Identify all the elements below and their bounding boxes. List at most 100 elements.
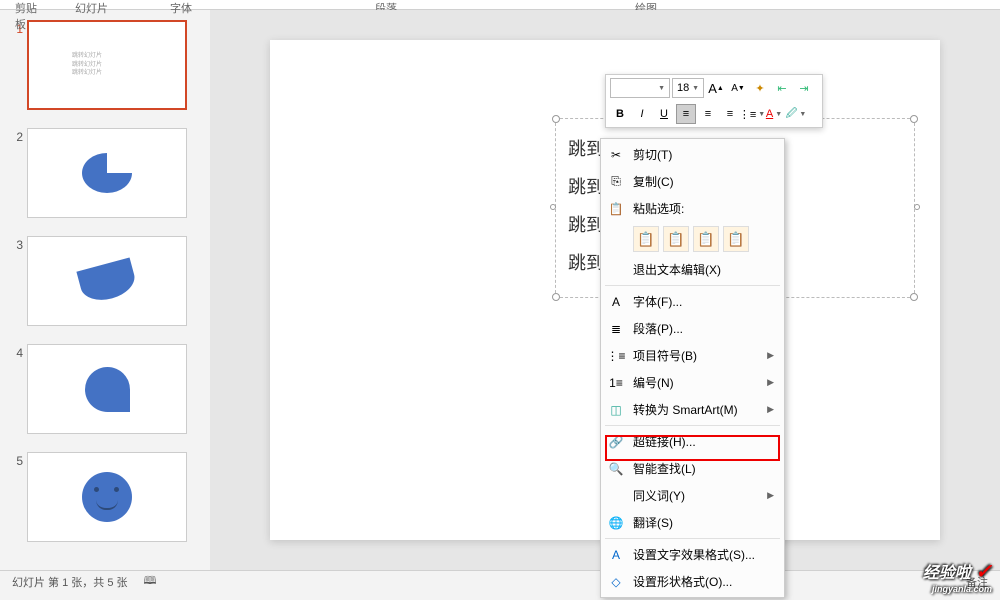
menu-hyperlink[interactable]: 🔗超链接(H)... xyxy=(601,428,784,455)
menu-cut[interactable]: ✂剪切(T) xyxy=(601,141,784,168)
smartart-icon: ◫ xyxy=(607,402,625,418)
paste-keep-source-button[interactable]: 📋 xyxy=(633,226,659,252)
hyperlink-icon: 🔗 xyxy=(607,434,625,450)
align-right-button[interactable]: ≡ xyxy=(720,104,740,124)
thumbnail-slide-4[interactable] xyxy=(27,344,187,434)
decrease-font-button[interactable]: A▼ xyxy=(728,78,748,98)
outdent-button[interactable]: ⇥ xyxy=(794,78,814,98)
italic-button[interactable]: I xyxy=(632,104,652,124)
mini-toolbar[interactable]: ▼ 18▼ A▲ A▼ ✦ ⇤ ⇥ B I U ≡ ≡ ≡ ⋮≡▼ A▼ 🖉▼ xyxy=(605,74,823,128)
text-format-icon: A xyxy=(607,547,625,563)
check-icon: ✓ xyxy=(975,561,992,583)
notes-button[interactable]: 🕮 xyxy=(144,572,157,591)
submenu-arrow-icon: ▶ xyxy=(767,490,774,501)
paste-icon: 📋 xyxy=(607,201,625,217)
thumbnail-number: 3 xyxy=(5,236,23,326)
menu-font[interactable]: A字体(F)... xyxy=(601,288,784,315)
thumbnail-item[interactable]: 5 xyxy=(5,452,205,542)
bullets-icon: ⋮≡ xyxy=(607,348,625,364)
menu-smart-lookup[interactable]: 🔍智能查找(L) xyxy=(601,455,784,482)
submenu-arrow-icon: ▶ xyxy=(767,350,774,361)
thumbnail-slide-3[interactable] xyxy=(27,236,187,326)
slide-counter[interactable]: 幻灯片 第 1 张，共 5 张 xyxy=(12,574,128,590)
underline-button[interactable]: U xyxy=(654,104,674,124)
resize-handle[interactable] xyxy=(552,293,560,301)
font-size-combo[interactable]: 18▼ xyxy=(672,78,704,98)
cut-icon: ✂ xyxy=(607,147,625,163)
dropdown-arrow-icon: ▼ xyxy=(692,85,699,92)
thumbnail-slide-2[interactable] xyxy=(27,128,187,218)
ribbon-group-drawing: 绘图 xyxy=(620,0,1000,9)
watermark: 经验啦 ✓ jingyanla.com xyxy=(923,559,992,594)
highlight-button[interactable]: 🖉▼ xyxy=(786,104,806,124)
bold-button[interactable]: B xyxy=(610,104,630,124)
ribbon-header: 剪贴板 幻灯片 字体 段落 绘图 xyxy=(0,0,1000,10)
menu-copy[interactable]: ⎘复制(C) xyxy=(601,168,784,195)
status-bar: 幻灯片 第 1 张，共 5 张 🕮 备注 xyxy=(0,570,1000,592)
context-menu[interactable]: ✂剪切(T) ⎘复制(C) 📋粘贴选项: 📋 📋 📋 📋 退出文本编辑(X) A… xyxy=(600,138,785,598)
ribbon-group-slides: 幻灯片 xyxy=(60,0,155,9)
thumbnail-number: 4 xyxy=(5,344,23,434)
paste-merge-button[interactable]: 📋 xyxy=(663,226,689,252)
submenu-arrow-icon: ▶ xyxy=(767,377,774,388)
thumbnail-item[interactable]: 3 xyxy=(5,236,205,326)
mini-toolbar-row2: B I U ≡ ≡ ≡ ⋮≡▼ A▼ 🖉▼ xyxy=(606,101,822,127)
format-painter-button[interactable]: ✦ xyxy=(750,78,770,98)
ribbon-group-font: 字体 xyxy=(155,0,360,9)
menu-numbering[interactable]: 1≡编号(N)▶ xyxy=(601,369,784,396)
increase-font-button[interactable]: A▲ xyxy=(706,78,726,98)
paragraph-icon: ≣ xyxy=(607,321,625,337)
shape-format-icon: ◇ xyxy=(607,574,625,590)
menu-paste-options: 📋粘贴选项: xyxy=(601,195,784,222)
submenu-arrow-icon: ▶ xyxy=(767,404,774,415)
menu-exit-text-edit[interactable]: 退出文本编辑(X) xyxy=(601,256,784,283)
font-family-combo[interactable]: ▼ xyxy=(610,78,670,98)
menu-paragraph[interactable]: ≣段落(P)... xyxy=(601,315,784,342)
align-left-button[interactable]: ≡ xyxy=(676,104,696,124)
thumbnail-item[interactable]: 2 xyxy=(5,128,205,218)
bullets-button[interactable]: ⋮≡▼ xyxy=(742,104,762,124)
pie-shape-icon xyxy=(82,153,132,193)
slide-thumbnail-panel[interactable]: 1 跳转幻灯片 跳转幻灯片 跳转幻灯片 2 3 4 5 xyxy=(0,10,210,570)
resize-handle[interactable] xyxy=(910,115,918,123)
thumbnail-number: 1 xyxy=(5,20,23,110)
copy-icon: ⎘ xyxy=(607,174,625,190)
thumbnail-content: 跳转幻灯片 跳转幻灯片 跳转幻灯片 xyxy=(72,52,102,77)
menu-separator xyxy=(605,425,780,426)
font-color-button[interactable]: A▼ xyxy=(764,104,784,124)
menu-separator xyxy=(605,538,780,539)
menu-text-effects[interactable]: A设置文字效果格式(S)... xyxy=(601,541,784,568)
thumbnail-number: 2 xyxy=(5,128,23,218)
lookup-icon: 🔍 xyxy=(607,461,625,477)
menu-shape-format[interactable]: ◇设置形状格式(O)... xyxy=(601,568,784,595)
resize-handle[interactable] xyxy=(552,115,560,123)
thumbnail-number: 5 xyxy=(5,452,23,542)
mini-toolbar-row1: ▼ 18▼ A▲ A▼ ✦ ⇤ ⇥ xyxy=(606,75,822,101)
menu-bullets[interactable]: ⋮≡项目符号(B)▶ xyxy=(601,342,784,369)
smiley-shape-icon xyxy=(82,472,132,522)
menu-separator xyxy=(605,285,780,286)
paste-picture-button[interactable]: 📋 xyxy=(693,226,719,252)
half-shape-icon xyxy=(76,257,138,305)
dropdown-arrow-icon: ▼ xyxy=(658,85,665,92)
paste-options-row: 📋 📋 📋 📋 xyxy=(601,222,784,256)
thumbnail-item[interactable]: 1 跳转幻灯片 跳转幻灯片 跳转幻灯片 xyxy=(5,20,205,110)
font-icon: A xyxy=(607,294,625,310)
menu-translate[interactable]: 🌐翻译(S) xyxy=(601,509,784,536)
paste-text-button[interactable]: 📋 xyxy=(723,226,749,252)
translate-icon: 🌐 xyxy=(607,515,625,531)
thumbnail-item[interactable]: 4 xyxy=(5,344,205,434)
resize-handle[interactable] xyxy=(910,293,918,301)
menu-synonyms[interactable]: 同义词(Y)▶ xyxy=(601,482,784,509)
thumbnail-slide-5[interactable] xyxy=(27,452,187,542)
ribbon-group-clipboard: 剪贴板 xyxy=(0,0,60,9)
ribbon-group-paragraph: 段落 xyxy=(360,0,620,9)
drop-shape-icon xyxy=(85,367,130,412)
numbering-icon: 1≡ xyxy=(607,375,625,391)
thumbnail-slide-1[interactable]: 跳转幻灯片 跳转幻灯片 跳转幻灯片 xyxy=(27,20,187,110)
resize-handle[interactable] xyxy=(914,204,920,210)
indent-button[interactable]: ⇤ xyxy=(772,78,792,98)
resize-handle[interactable] xyxy=(550,204,556,210)
menu-smartart[interactable]: ◫转换为 SmartArt(M)▶ xyxy=(601,396,784,423)
align-center-button[interactable]: ≡ xyxy=(698,104,718,124)
